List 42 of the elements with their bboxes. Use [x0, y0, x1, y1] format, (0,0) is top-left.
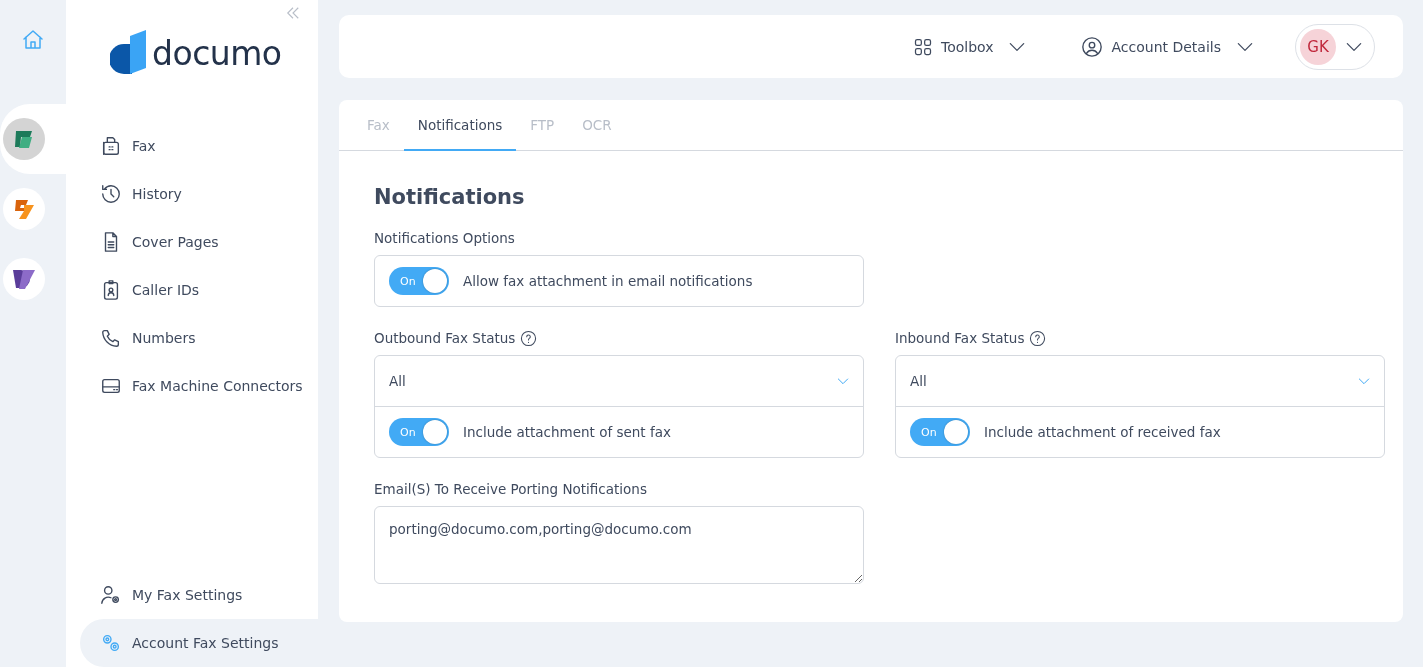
app-logo-icon: [12, 197, 36, 221]
field-label: Notifications Options: [374, 230, 515, 246]
home-button[interactable]: [21, 28, 45, 52]
nav-icon: [100, 632, 122, 654]
app-switch-button[interactable]: [3, 118, 45, 160]
nav-icon: [100, 135, 122, 157]
tab[interactable]: Notifications: [403, 100, 517, 151]
avatar: GK: [1300, 28, 1336, 65]
app-logo-icon: [11, 267, 37, 291]
toolbox-menu[interactable]: Toolbox: [913, 36, 1028, 57]
field-label: Outbound Fax Status: [374, 330, 516, 346]
status-dropdown[interactable]: All: [375, 356, 863, 407]
nav-item[interactable]: Cover Pages: [66, 218, 318, 266]
nav-item[interactable]: Caller IDs: [66, 266, 318, 314]
email-input-field[interactable]: porting@documo.com,porting@documo.com: [374, 506, 864, 584]
nav-item[interactable]: My Fax Settings: [66, 571, 318, 619]
nav-item[interactable]: Account Fax Settings: [80, 619, 318, 667]
field-label: Inbound Fax Status: [895, 330, 1025, 346]
toggle-label: Include attachment of received fax: [984, 424, 1221, 440]
user-circle-icon: [1081, 35, 1104, 58]
status-dropdown[interactable]: All: [896, 356, 1384, 407]
nav-item[interactable]: Fax Machine Connectors: [66, 362, 318, 410]
nav-icon: [100, 327, 122, 349]
toggle-label: Include attachment of sent fax: [463, 424, 671, 440]
grid-icon: [913, 36, 933, 57]
nav-item[interactable]: Fax: [66, 122, 318, 170]
logo-mark-icon: [110, 30, 146, 76]
help-icon: [1029, 329, 1047, 347]
home-icon: [21, 28, 45, 52]
logo-text: documo: [152, 33, 282, 73]
nav-icon: [100, 183, 122, 205]
app-switch-button[interactable]: [3, 258, 45, 300]
help-icon: [520, 329, 538, 347]
section-heading: Notifications: [374, 185, 526, 209]
field-label: Email(S) To Receive Porting Notifications: [374, 481, 647, 497]
app-logo-icon: [13, 128, 35, 150]
nav-item[interactable]: History: [66, 170, 318, 218]
account-details-menu[interactable]: Account Details: [1081, 35, 1255, 58]
nav-item[interactable]: Numbers: [66, 314, 318, 362]
app-switch-button[interactable]: [3, 188, 45, 230]
nav-icon: [100, 584, 122, 606]
toggle-label: Allow fax attachment in email notifications: [463, 273, 753, 289]
